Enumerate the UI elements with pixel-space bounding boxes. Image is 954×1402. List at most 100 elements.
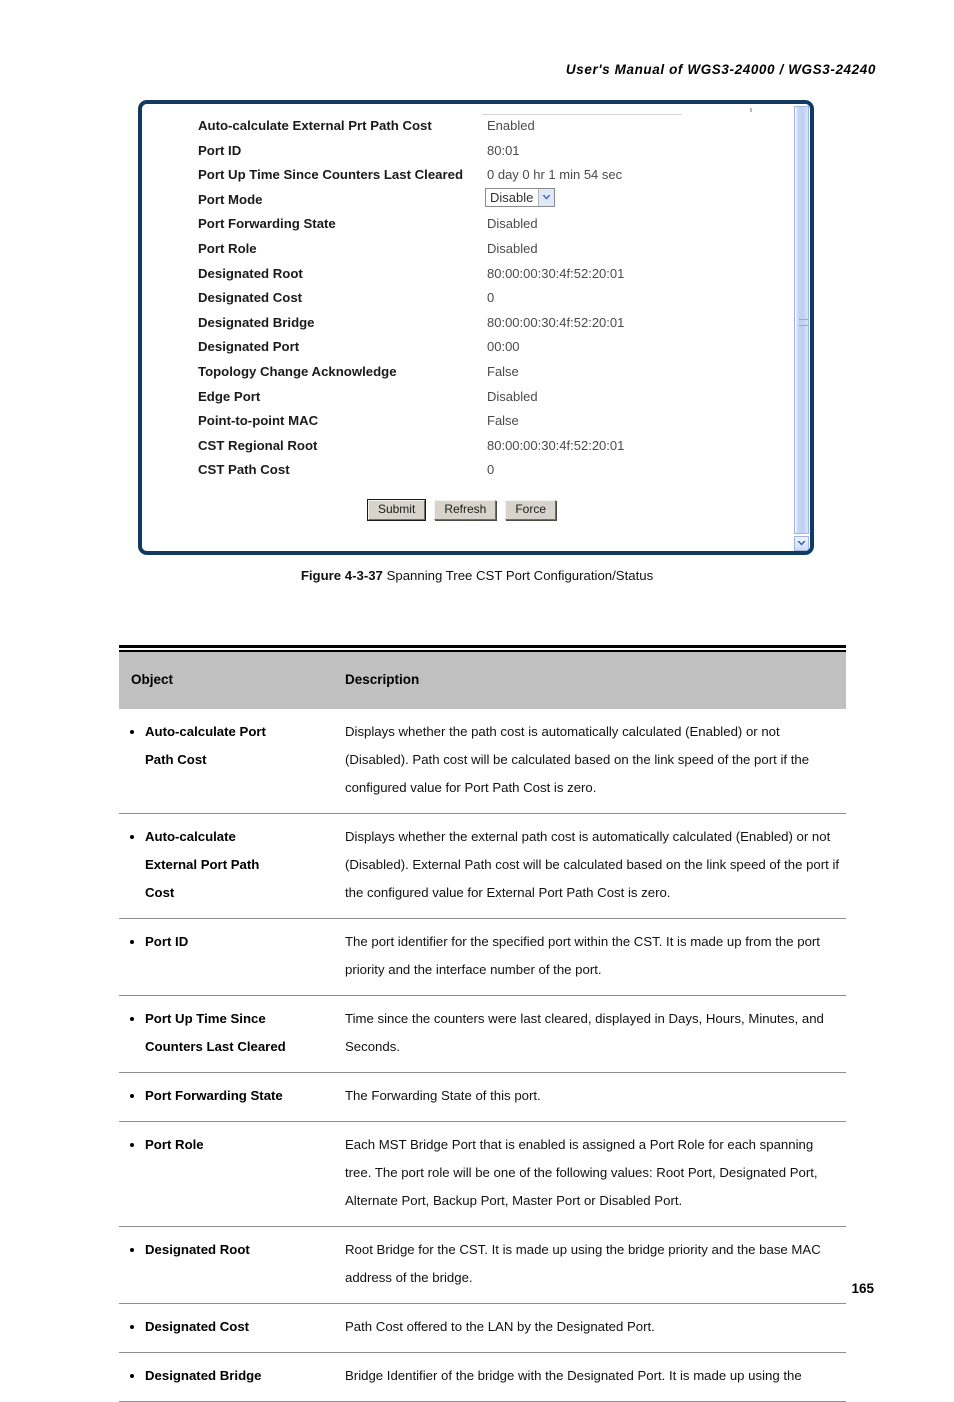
force-button[interactable]: Force [505, 500, 557, 520]
table-row: Designated Root Root Bridge for the CST. … [119, 1226, 846, 1304]
form-row: Edge Port Disabled [142, 387, 782, 412]
object-label-line: Port Up Time Since [145, 1011, 266, 1026]
object-bullet-item: Port Up Time Since Counters Last Cleared [145, 1005, 331, 1061]
table-cell-object: Port ID [119, 918, 331, 996]
form-row: Port Role Disabled [142, 239, 782, 264]
form-row-value: Disabled [487, 216, 538, 232]
table-cell-description: The port identifier for the specified po… [331, 918, 846, 996]
object-label-line: Auto-calculate [145, 829, 236, 844]
form-row: Designated Port 00:00 [142, 337, 782, 362]
table-cell-object: Designated Bridge [119, 1352, 331, 1402]
form-row-label: Designated Bridge [198, 314, 315, 330]
table-cell-description: Time since the counters were last cleare… [331, 995, 846, 1073]
port-mode-selected-value: Disable [490, 189, 534, 205]
object-bullet-item: Designated Root [145, 1236, 331, 1264]
object-label-line: Designated Cost [145, 1319, 250, 1334]
form-row: Port ID 80:01 [142, 141, 782, 166]
form-row-label: CST Regional Root [198, 437, 318, 453]
figure-number: Figure 4-3-37 [300, 568, 383, 583]
form-row-label: Topology Change Acknowledge [198, 363, 397, 379]
object-bullet-list: Designated Bridge [131, 1362, 331, 1390]
column-header-description: Description [331, 652, 846, 709]
table-row: Port Forwarding State The Forwarding Stat… [119, 1072, 846, 1122]
form-row-value: 80:00:00:30:4f:52:20:01 [487, 265, 625, 281]
chevron-down-icon [538, 188, 555, 206]
form-row-value: Enabled [487, 118, 535, 133]
form-row-value: 0 [487, 462, 495, 478]
table-cell-object: Port Forwarding State [119, 1072, 331, 1122]
table-row: Designated Cost Path Cost offered to the … [119, 1303, 846, 1353]
object-label-line: Auto-calculate Port [145, 724, 266, 739]
form-row-label: Port Up Time Since Counters Last Cleared [198, 167, 464, 183]
object-bullet-item: Designated Bridge [145, 1362, 331, 1390]
form-row-label: Auto-calculate External Prt Path Cost [198, 118, 432, 133]
form-row-label: Port Forwarding State [198, 216, 336, 232]
form-row-label: Designated Port [198, 339, 300, 355]
object-label-line: Port Role [145, 1137, 204, 1152]
object-bullet-list: Designated Root [131, 1236, 331, 1264]
object-bullet-item: Port Forwarding State [145, 1082, 331, 1110]
object-label-line: External Port Path [145, 857, 260, 872]
table-cell-description: Displays whether the external path cost … [331, 813, 846, 919]
table-cell-description: Displays whether the path cost is automa… [331, 709, 846, 814]
form-row-label: Designated Cost [198, 290, 303, 306]
scrollbar-grip-icon [799, 319, 808, 326]
object-bullet-item: Auto-calculate Port Path Cost [145, 718, 331, 774]
object-bullet-item: Designated Cost [145, 1313, 331, 1341]
column-header-object: Object [119, 652, 331, 709]
form-row-value: False [487, 363, 519, 379]
page-number: 165 [851, 1281, 874, 1296]
scrollbar-thumb[interactable] [794, 106, 809, 534]
table-cell-object: Auto-calculate External Port Path Cost [119, 813, 331, 919]
table-cell-description: Path Cost offered to the LAN by the Desi… [331, 1303, 846, 1353]
scroll-down-button[interactable] [794, 536, 809, 551]
figure-caption-text: Spanning Tree CST Port Configuration/Sta… [386, 568, 654, 583]
chevron-down-icon [797, 540, 806, 547]
object-bullet-item: Auto-calculate External Port Path Cost [145, 823, 331, 907]
form-row: Port Up Time Since Counters Last Cleared… [142, 165, 782, 190]
object-bullet-list: Port Forwarding State [131, 1082, 331, 1110]
object-bullet-list: Designated Cost [131, 1313, 331, 1341]
form-row-value: Disabled [487, 388, 538, 404]
vertical-scrollbar[interactable] [792, 104, 810, 551]
form-button-row: Submit Refresh Force [142, 499, 782, 521]
form-row-label: Designated Root [198, 265, 303, 281]
form-row: Port Mode Disable [142, 187, 782, 215]
object-bullet-item: Port ID [145, 928, 331, 956]
object-label-line: Port ID [145, 934, 189, 949]
object-bullet-list: Port ID [131, 928, 331, 956]
form-row-label: CST Path Cost [198, 462, 290, 478]
form-row-value: 80:00:00:30:4f:52:20:01 [487, 314, 625, 330]
browser-screenshot-frame: Auto-calculate External Prt Path Cost Ena… [138, 100, 814, 555]
table-cell-object: Designated Cost [119, 1303, 331, 1353]
table-cell-description: The Forwarding State of this port. [331, 1072, 846, 1122]
form-row-label: Port Mode [198, 191, 263, 207]
table-row: Designated Bridge Bridge Identifier of th… [119, 1352, 846, 1402]
form-row-label: Port Role [198, 240, 257, 256]
form-row: Point-to-point MAC False [142, 411, 782, 436]
form-row-value: False [487, 413, 519, 429]
object-label-line: Path Cost [145, 752, 207, 767]
manual-running-header: User's Manual of WGS3-24000 / WGS3-24240 [565, 62, 876, 77]
table-row: Port Up Time Since Counters Last Cleared T… [119, 995, 846, 1073]
form-row-value: 0 [487, 290, 495, 306]
object-label-line: Designated Root [145, 1242, 250, 1257]
form-row-label: Edge Port [198, 388, 261, 404]
object-label-line: Port Forwarding State [145, 1088, 283, 1103]
cropped-artifact [750, 108, 752, 112]
table-row: Port Role Each MST Bridge Port that is en… [119, 1121, 846, 1227]
table-cell-description: Root Bridge for the CST. It is made up u… [331, 1226, 846, 1304]
table-row: Port ID The port identifier for the speci… [119, 918, 846, 996]
submit-button[interactable]: Submit [366, 499, 427, 521]
figure-caption: Figure 4-3-37 Spanning Tree CST Port Con… [0, 568, 954, 583]
form-row: Designated Cost 0 [142, 288, 782, 313]
table-cell-description: Bridge Identifier of the bridge with the… [331, 1352, 846, 1402]
refresh-button[interactable]: Refresh [434, 500, 497, 520]
table-body: Auto-calculate Port Path Cost Displays whe… [119, 709, 846, 1402]
object-label-line: Designated Bridge [145, 1368, 262, 1383]
table-cell-object: Designated Root [119, 1226, 331, 1304]
object-bullet-list: Port Role [131, 1131, 331, 1159]
port-mode-select[interactable]: Disable [485, 187, 556, 207]
form-row: Auto-calculate External Prt Path Cost Ena… [142, 116, 782, 141]
table-cell-object: Auto-calculate Port Path Cost [119, 709, 331, 814]
